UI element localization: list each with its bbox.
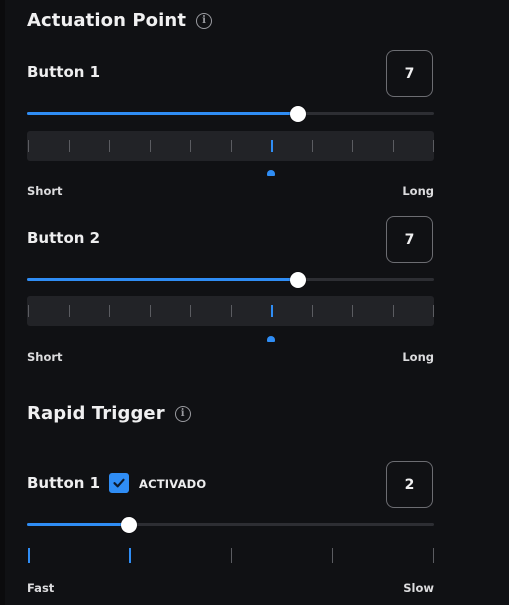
actuation-button-2-max-label: Long bbox=[402, 350, 434, 364]
slider-thumb[interactable] bbox=[290, 272, 307, 288]
scale-tick-active bbox=[270, 140, 273, 152]
actuation-point-header: Actuation Point i bbox=[27, 10, 213, 31]
scale-tick bbox=[311, 305, 313, 317]
rapid-trigger-button-1-label: Button 1 bbox=[27, 474, 101, 492]
scale-tick bbox=[109, 140, 110, 152]
scale-tick bbox=[28, 305, 29, 317]
scale-tick bbox=[190, 305, 191, 317]
actuation-button-1-scale bbox=[27, 131, 434, 161]
scale-tick bbox=[230, 548, 232, 563]
rapid-trigger-title: Rapid Trigger bbox=[27, 403, 165, 424]
scale-tick bbox=[230, 140, 232, 152]
actuation-button-1-marker bbox=[267, 170, 275, 176]
actuation-button-1-slider[interactable] bbox=[27, 106, 434, 122]
scale-tick bbox=[433, 548, 434, 563]
actuation-button-2-min-label: Short bbox=[27, 350, 63, 364]
slider-fill bbox=[27, 523, 129, 526]
slider-thumb[interactable] bbox=[120, 517, 137, 533]
scale-tick bbox=[331, 548, 333, 563]
sidebar-edge bbox=[0, 0, 5, 605]
actuation-button-1-min-label: Short bbox=[27, 184, 63, 198]
actuation-button-1-label: Button 1 bbox=[27, 63, 101, 81]
scale-tick bbox=[109, 305, 110, 317]
actuation-button-2-slider[interactable] bbox=[27, 272, 434, 288]
scale-tick-active bbox=[27, 548, 30, 563]
scale-tick bbox=[68, 305, 70, 317]
scale-tick-active bbox=[128, 548, 131, 563]
slider-thumb[interactable] bbox=[290, 106, 307, 122]
info-icon[interactable]: i bbox=[174, 405, 191, 422]
actuation-button-2-scale bbox=[27, 296, 434, 326]
rapid-trigger-checkbox-label[interactable]: ACTIVADO bbox=[139, 477, 206, 491]
scale-tick bbox=[149, 305, 151, 317]
scale-tick bbox=[28, 140, 29, 152]
actuation-button-2-marker bbox=[267, 336, 275, 342]
actuation-point-title: Actuation Point bbox=[27, 10, 187, 31]
scale-tick bbox=[392, 140, 394, 152]
slider-fill bbox=[27, 278, 299, 281]
actuation-button-2-value-input[interactable]: 7 bbox=[386, 216, 433, 263]
rapid-trigger-checkbox[interactable] bbox=[109, 473, 129, 493]
rapid-trigger-scale bbox=[27, 548, 434, 564]
rapid-trigger-slider[interactable] bbox=[27, 517, 434, 533]
rapid-trigger-value-input[interactable]: 2 bbox=[386, 461, 433, 508]
scale-tick bbox=[311, 140, 313, 152]
actuation-button-2-label: Button 2 bbox=[27, 229, 101, 247]
scale-tick bbox=[149, 140, 151, 152]
rapid-trigger-header: Rapid Trigger i bbox=[27, 403, 191, 424]
scale-tick bbox=[352, 140, 353, 152]
scale-tick bbox=[392, 305, 394, 317]
actuation-button-1-value-input[interactable]: 7 bbox=[386, 50, 433, 97]
rapid-trigger-max-label: Slow bbox=[403, 581, 434, 595]
rapid-trigger-min-label: Fast bbox=[27, 581, 55, 595]
slider-fill bbox=[27, 112, 299, 115]
scale-tick bbox=[230, 305, 232, 317]
scale-tick-active bbox=[270, 305, 273, 317]
scale-tick bbox=[190, 140, 191, 152]
scale-tick bbox=[433, 140, 434, 152]
check-icon bbox=[113, 478, 125, 488]
actuation-button-1-max-label: Long bbox=[402, 184, 434, 198]
scale-tick bbox=[433, 305, 434, 317]
scale-tick bbox=[68, 140, 70, 152]
scale-tick bbox=[352, 305, 353, 317]
info-icon[interactable]: i bbox=[196, 12, 213, 29]
